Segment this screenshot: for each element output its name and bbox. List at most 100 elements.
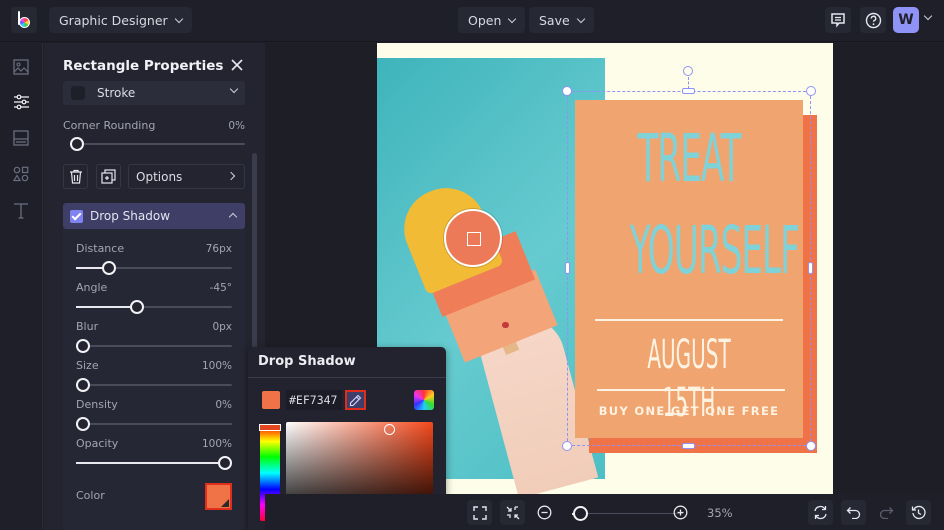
setting-label-blur: Blur [76, 320, 99, 333]
resize-handle-top-right[interactable] [806, 86, 816, 96]
refresh-icon [814, 505, 827, 520]
slider-fill [76, 267, 104, 269]
history-button[interactable] [906, 500, 931, 525]
chevron-down-icon [174, 14, 183, 23]
save-button[interactable]: Save [529, 7, 594, 33]
stroke-section-toggle[interactable]: Stroke [63, 81, 245, 105]
shapes-icon [13, 166, 29, 182]
redo-icon [879, 507, 894, 519]
stroke-checkbox[interactable] [71, 86, 85, 100]
slider-fill [76, 306, 132, 308]
duplicate-button[interactable] [96, 164, 121, 189]
slider-knob[interactable] [218, 456, 232, 470]
hue-slider-knob[interactable] [259, 424, 281, 431]
eyedropper-button[interactable] [345, 390, 366, 410]
open-button[interactable]: Open [458, 7, 526, 33]
rail-item-backgrounds[interactable] [11, 128, 31, 148]
rail-item-adjustments[interactable] [11, 92, 31, 112]
fullscreen-icon [472, 505, 487, 520]
setting-value-distance: 76px [205, 243, 232, 255]
shadow-color-swatch[interactable] [205, 483, 232, 510]
chevron-down-icon [229, 84, 239, 94]
slider-knob[interactable] [76, 339, 90, 353]
logo-color-wheel-icon [19, 17, 30, 28]
slider-blur[interactable] [76, 339, 232, 353]
setting-value-density: 0% [215, 399, 232, 411]
delete-button[interactable] [63, 164, 88, 189]
tool-rail [0, 43, 43, 530]
rotate-handle[interactable] [683, 66, 693, 76]
fit-to-screen-button[interactable] [467, 500, 492, 525]
slider-knob[interactable] [129, 300, 144, 314]
resize-handle-left[interactable] [565, 262, 570, 274]
app-logo[interactable] [11, 7, 37, 33]
help-icon [865, 12, 881, 28]
setting-label-opacity: Opacity [76, 437, 119, 450]
redo-button[interactable] [874, 500, 899, 525]
rail-item-graphics[interactable] [11, 164, 31, 184]
slider-knob[interactable] [101, 261, 116, 275]
slider-density[interactable] [76, 417, 232, 431]
corner-rounding-slider[interactable] [70, 137, 245, 151]
resize-handle-top-left[interactable] [562, 86, 572, 96]
drop-shadow-checkbox[interactable] [70, 209, 83, 223]
resize-handle-right[interactable] [808, 262, 813, 274]
zoom-in-button[interactable] [668, 500, 693, 525]
rail-item-text[interactable] [11, 200, 31, 220]
resize-handle-top[interactable] [682, 88, 695, 94]
slider-angle[interactable] [76, 300, 232, 314]
zoom-out-button[interactable] [532, 500, 557, 525]
close-icon[interactable] [230, 58, 244, 72]
save-label: Save [539, 12, 570, 28]
chevron-up-icon [228, 212, 238, 222]
eyedropper-magnifier-cursor [444, 209, 502, 267]
comments-button[interactable] [825, 7, 851, 33]
setting-value-angle: -45° [209, 282, 232, 294]
current-color-preview [262, 391, 280, 409]
slider-knob[interactable] [76, 378, 90, 392]
bottom-toolbar: 35% [265, 494, 944, 530]
color-spectrum-button[interactable] [414, 390, 434, 410]
top-bar: Graphic Designer Open Save W [0, 0, 944, 42]
help-button[interactable] [860, 7, 886, 33]
drop-shadow-section-toggle[interactable]: Drop Shadow [63, 203, 245, 229]
resize-handle-bottom-right[interactable] [806, 441, 816, 451]
resize-handle-bottom[interactable] [682, 443, 695, 449]
slider-fill [76, 462, 220, 464]
slider-knob[interactable] [70, 137, 84, 151]
zoom-slider-knob[interactable] [573, 506, 588, 521]
image-icon [13, 59, 29, 75]
project-menu-label: Graphic Designer [59, 12, 168, 28]
rail-item-images[interactable] [11, 57, 31, 77]
layout-icon [13, 130, 29, 146]
color-picker-knob[interactable] [384, 424, 395, 435]
user-avatar[interactable]: W [893, 7, 919, 33]
slider-knob[interactable] [76, 417, 90, 431]
undo-icon [846, 507, 861, 519]
options-button[interactable]: Options [128, 164, 245, 189]
color-label: Color [76, 489, 105, 502]
zoom-in-icon [673, 505, 688, 520]
slider-distance[interactable] [76, 261, 232, 275]
setting-value-blur: 0px [212, 321, 232, 333]
eyedropper-icon [349, 394, 362, 406]
slider-size[interactable] [76, 378, 232, 392]
refresh-button[interactable] [808, 500, 833, 525]
slider-opacity[interactable] [76, 456, 232, 470]
setting-label-angle: Angle [76, 281, 108, 294]
hex-color-input[interactable] [286, 390, 342, 410]
corner-rounding-label: Corner Rounding [63, 119, 156, 132]
shrink-view-button[interactable] [500, 500, 525, 525]
open-label: Open [468, 12, 502, 28]
undo-button[interactable] [841, 500, 866, 525]
options-label: Options [136, 169, 183, 184]
chevron-down-icon [576, 14, 585, 23]
resize-handle-bottom-left[interactable] [562, 441, 572, 451]
avatar-initial: W [898, 12, 914, 28]
text-icon [14, 202, 28, 219]
account-chevron-down-icon[interactable] [923, 11, 933, 21]
project-menu-button[interactable]: Graphic Designer [49, 7, 192, 33]
selection-box [567, 91, 811, 446]
zoom-out-icon [537, 505, 552, 520]
zoom-slider[interactable] [572, 506, 683, 521]
